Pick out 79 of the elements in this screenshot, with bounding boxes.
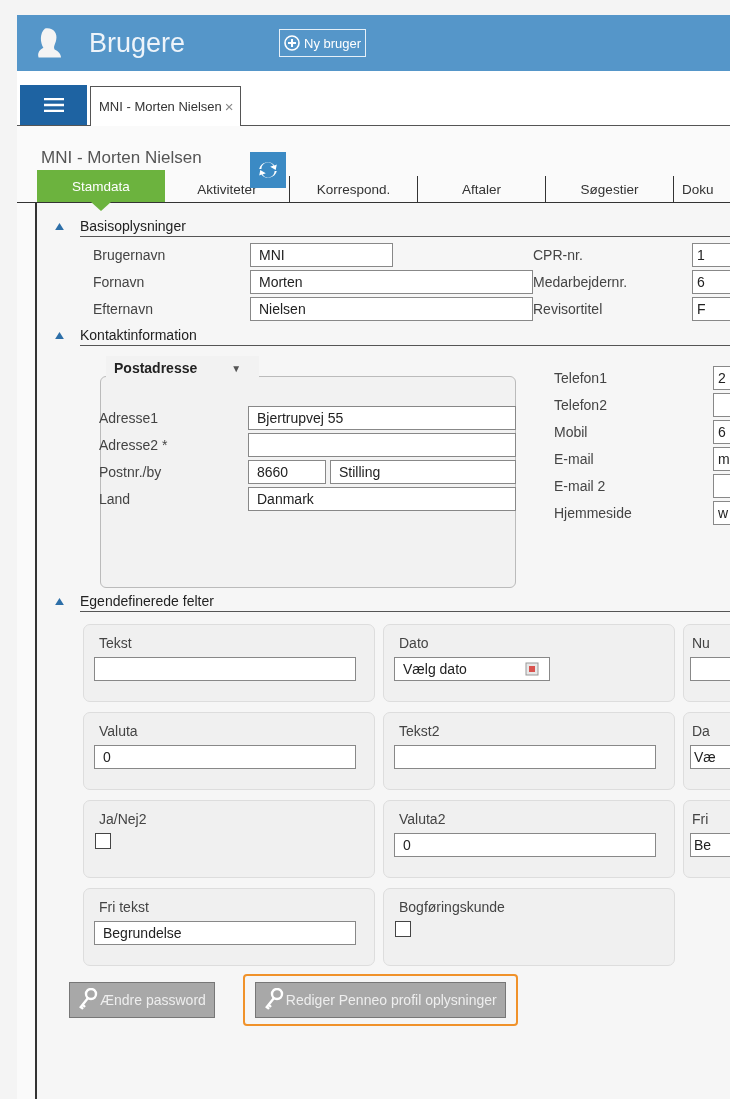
text-field[interactable]: 2 [713,365,730,390]
field-label: Hjemmeside [554,504,633,521]
field-label: Land [99,490,132,507]
tab-pointer-icon [91,202,111,211]
field-label: Fri tekst [98,899,149,915]
section-tab[interactable]: Doku [674,176,722,202]
field-label: Revisortitel [533,300,604,317]
text-field[interactable] [248,432,516,457]
record-title: MNI - Morten Nielsen [41,148,202,169]
group-title: Postadresse [114,360,198,376]
field-label: Da [691,723,710,739]
text-field[interactable]: 1 [692,242,730,267]
field-label: CPR-nr. [533,246,584,263]
field-label: Telefon2 [554,396,608,413]
menu-button[interactable] [20,85,87,125]
field-label: Nu [691,635,710,651]
text-field[interactable]: 0 [394,833,656,857]
date-field[interactable]: Vælg dato [394,657,550,681]
text-field[interactable]: Be [690,833,730,857]
field-label: Ja/Nej2 [98,811,147,827]
section-tab[interactable]: Søgestier [546,176,674,202]
dropdown-caret[interactable]: ▼ [231,362,242,374]
field-label: E-mail 2 [554,477,607,494]
checkbox[interactable] [95,833,111,849]
section-heading: Basisoplysninger [80,215,730,237]
menu-icon [43,98,64,112]
text-field[interactable]: 8660 [248,459,326,484]
field-label: Fornavn [93,273,146,290]
document-tab-label: MNI - Morten Nielsen [99,99,222,114]
field-label: Dato [398,635,429,651]
collapse-triangle-icon[interactable] [55,331,64,339]
document-tab[interactable]: MNI - Morten Nielsen × [90,86,241,126]
text-field[interactable]: Begrundelse [94,921,356,945]
text-field[interactable]: 6 [692,269,730,294]
field-label: Bogføringskunde [398,899,505,915]
field-label: Medarbejdernr. [533,273,629,290]
plus-circle-icon [284,35,300,51]
close-tab-button[interactable]: × [224,98,234,115]
text-field[interactable]: 0 [94,745,356,769]
text-field[interactable]: w [713,500,730,525]
section-heading: Kontaktinformation [80,324,730,346]
key-icon [78,988,98,1012]
section-tab[interactable]: Korrespond. [290,176,418,202]
field-label: Efternavn [93,300,154,317]
field-label: Telefon1 [554,369,608,386]
field-label: Mobil [554,423,589,440]
text-field[interactable]: F [692,296,730,321]
text-field[interactable]: MNI [250,242,393,267]
field-label: Adresse1 [99,409,160,426]
section-tab[interactable]: Aftaler [418,176,546,202]
refresh-icon [256,159,279,181]
field-label: E-mail [554,450,595,467]
field-label: Postnr./by [99,463,163,480]
collapse-triangle-icon[interactable] [55,222,64,230]
text-field[interactable]: Bjertrupvej 55 [248,405,516,430]
checkbox[interactable] [395,921,411,937]
section-tab[interactable]: Aktiviteter [165,176,290,202]
text-field[interactable]: Nielsen [250,296,533,321]
field-label: Valuta2 [398,811,446,827]
text-field[interactable] [94,657,356,681]
section-heading: Egendefinerede felter [80,590,730,612]
text-field[interactable]: Morten [250,269,533,294]
date-field[interactable]: Væ [690,745,730,769]
person-logo-icon [37,26,61,60]
field-label: Valuta [98,723,138,739]
key-icon [263,988,284,1012]
field-label: Fri [691,811,709,827]
field-label: Tekst2 [398,723,440,739]
text-field[interactable]: Stilling [330,459,516,484]
field-label: Brugernavn [93,246,167,263]
field-label: Adresse2 * [99,436,169,453]
collapse-triangle-icon[interactable] [55,597,64,605]
text-field[interactable]: 6 [713,419,730,444]
field-label: Tekst [98,635,132,651]
text-field[interactable] [394,745,656,769]
text-field[interactable]: Danmark [248,486,516,511]
text-field[interactable]: m [713,446,730,471]
calendar-icon[interactable] [525,662,539,676]
page-header-title: Brugere [89,27,187,59]
